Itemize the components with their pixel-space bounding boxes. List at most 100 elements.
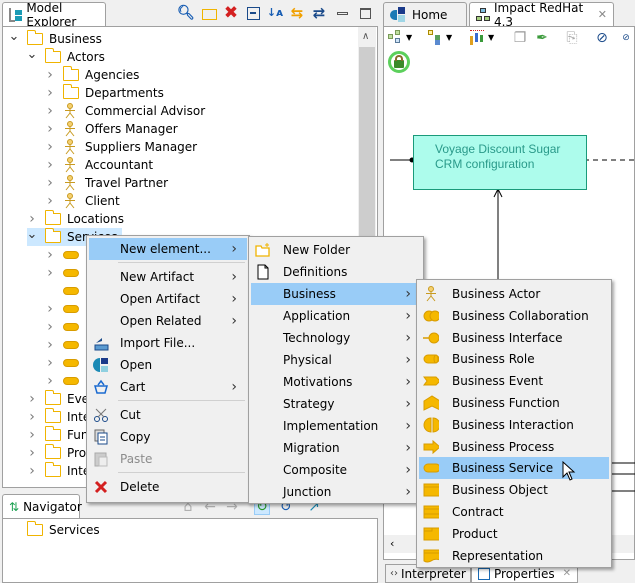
new-folder-icon[interactable] — [201, 5, 217, 21]
chevron-right-icon[interactable]: › — [27, 409, 37, 425]
tree-item[interactable]: › Travel Partner — [45, 174, 168, 192]
chevron-down-icon[interactable]: ⌄ — [9, 29, 20, 44]
scroll-up-icon[interactable]: ∧ — [362, 31, 369, 42]
tree-item[interactable]: › Commercial Advisor — [45, 102, 205, 120]
menu-item-business-interface[interactable]: Business Interface — [419, 327, 609, 349]
sync-icon[interactable]: ⇆ — [289, 5, 305, 21]
chevron-right-icon[interactable]: › — [45, 157, 55, 173]
chevron-right-icon[interactable]: › — [45, 265, 55, 281]
menu-item-cut[interactable]: Cut — [89, 404, 247, 426]
menu-item-business-role[interactable]: Business Role — [419, 348, 609, 370]
chevron-right-icon[interactable]: › — [45, 67, 55, 83]
menu-item-new-element[interactable]: New element... › — [89, 238, 247, 260]
chevron-right-icon[interactable]: › — [45, 175, 55, 191]
chevron-right-icon[interactable]: › — [45, 319, 55, 335]
tree-item[interactable]: › — [45, 372, 85, 390]
menu-item-business-function[interactable]: Business Function — [419, 392, 609, 414]
menu-item-definitions[interactable]: Definitions — [251, 261, 421, 283]
chevron-right-icon[interactable]: › — [45, 139, 55, 155]
menu-item-new-folder[interactable]: New Folder — [251, 239, 421, 261]
menu-item-copy[interactable]: Copy — [89, 426, 247, 448]
navigator-item[interactable]: Services — [26, 521, 100, 539]
menu-item-open-related[interactable]: Open Related › — [89, 310, 247, 332]
chevron-right-icon[interactable]: › — [45, 301, 55, 317]
menu-item-junction[interactable]: Junction › — [251, 481, 421, 503]
chevron-right-icon[interactable]: › — [45, 193, 55, 209]
tree-item[interactable]: › Suppliers Manager — [45, 138, 197, 156]
chevron-right-icon[interactable]: › — [45, 247, 55, 263]
tab-navigator[interactable]: ⇅ Navigator — [2, 494, 82, 518]
tree-item[interactable]: › Pro — [27, 444, 86, 462]
menu-item-representation[interactable]: Representation — [419, 545, 609, 567]
chevron-right-icon[interactable]: › — [27, 445, 37, 461]
chevron-right-icon[interactable]: › — [45, 355, 55, 371]
tree-item[interactable]: › — [45, 354, 85, 372]
menu-item-technology[interactable]: Technology › — [251, 327, 421, 349]
tree-item[interactable]: › Locations — [27, 210, 124, 228]
menu-item-physical[interactable]: Physical › — [251, 349, 421, 371]
menu-item-cart[interactable]: Cart › — [89, 376, 247, 398]
menu-item-motivations[interactable]: Motivations › — [251, 371, 421, 393]
scroll-left-icon[interactable]: ‹ — [390, 537, 394, 550]
tree-item[interactable]: › — [45, 336, 85, 354]
tree-item[interactable]: ⌄ Business — [9, 29, 102, 48]
tree-item[interactable]: › Offers Manager — [45, 120, 178, 138]
tree-item[interactable]: › Client — [45, 192, 120, 210]
chevron-right-icon[interactable]: › — [27, 427, 37, 443]
menu-item-delete[interactable]: Delete — [89, 476, 247, 498]
tree-item[interactable]: › — [45, 246, 85, 264]
menu-item-business-process[interactable]: Business Process — [419, 436, 609, 458]
sort-az-icon[interactable]: ↓ᴀ — [267, 5, 283, 21]
tree-item[interactable]: › Fun — [27, 426, 88, 444]
menu-item-product[interactable]: Product — [419, 523, 609, 545]
chevron-right-icon[interactable]: › — [27, 211, 37, 227]
tab-home[interactable]: Home — [383, 2, 467, 26]
diagram-node[interactable]: Voyage Discount Sugar CRM configuration — [413, 135, 587, 190]
tree-item[interactable] — [45, 282, 85, 300]
tab-impact-redhat[interactable]: Impact RedHat 4.3 ✕ — [469, 1, 614, 29]
menu-item-import-file[interactable]: Import File... — [89, 332, 247, 354]
menu-item-new-artifact[interactable]: New Artifact › — [89, 266, 247, 288]
menu-item-composite[interactable]: Composite › — [251, 459, 421, 481]
minimize-icon[interactable] — [334, 5, 350, 21]
chevron-down-icon[interactable]: ⌄ — [27, 47, 38, 62]
tree-item[interactable]: › Inte — [27, 462, 90, 480]
menu-item-application[interactable]: Application › — [251, 305, 421, 327]
chevron-right-icon[interactable]: › — [45, 373, 55, 389]
tree-item[interactable]: › — [45, 264, 85, 282]
close-tab-icon[interactable]: ✕ — [598, 8, 607, 21]
tree-item[interactable]: › — [45, 300, 85, 318]
chevron-right-icon[interactable]: › — [27, 463, 37, 479]
menu-item-business-actor[interactable]: Business Actor — [419, 283, 609, 305]
menu-item-contract[interactable]: Contract — [419, 501, 609, 523]
chevron-right-icon[interactable]: › — [27, 391, 37, 407]
menu-item-business-object[interactable]: Business Object — [419, 479, 609, 501]
tree-item[interactable]: › Agencies — [45, 66, 139, 84]
chevron-right-icon[interactable]: › — [45, 337, 55, 353]
close-properties-icon[interactable]: ✕ — [563, 568, 571, 579]
search-icon[interactable]: 🔍︎ — [177, 5, 195, 21]
chevron-down-icon[interactable]: ⌄ — [27, 227, 38, 242]
menu-item-business-event[interactable]: Business Event — [419, 370, 609, 392]
link-icon[interactable]: ⇄ — [311, 5, 327, 21]
menu-item-business-service[interactable]: Business Service — [419, 457, 609, 480]
tab-model-explorer[interactable]: Model Explorer — [2, 1, 106, 29]
tree-item[interactable]: › Inte — [27, 408, 90, 426]
menu-item-implementation[interactable]: Implementation › — [251, 415, 421, 437]
maximize-icon[interactable] — [357, 5, 373, 21]
chevron-right-icon[interactable]: › — [45, 85, 55, 101]
collapse-all-icon[interactable] — [245, 5, 261, 21]
menu-item-open[interactable]: Open — [89, 354, 247, 376]
menu-item-business[interactable]: Business › — [251, 283, 421, 305]
tree-item[interactable]: ⌄ Actors — [27, 47, 105, 66]
tree-item[interactable]: › Accountant — [45, 156, 153, 174]
menu-item-strategy[interactable]: Strategy › — [251, 393, 421, 415]
tree-item[interactable]: › Eve — [27, 390, 89, 408]
menu-item-business-interaction[interactable]: Business Interaction — [419, 414, 609, 436]
menu-item-migration[interactable]: Migration › — [251, 437, 421, 459]
menu-item-open-artifact[interactable]: Open Artifact › — [89, 288, 247, 310]
delete-icon[interactable]: ✖ — [223, 5, 239, 22]
tree-item[interactable]: › Departments — [45, 84, 164, 102]
tree-item[interactable]: › — [45, 318, 85, 336]
chevron-right-icon[interactable]: › — [45, 103, 55, 119]
